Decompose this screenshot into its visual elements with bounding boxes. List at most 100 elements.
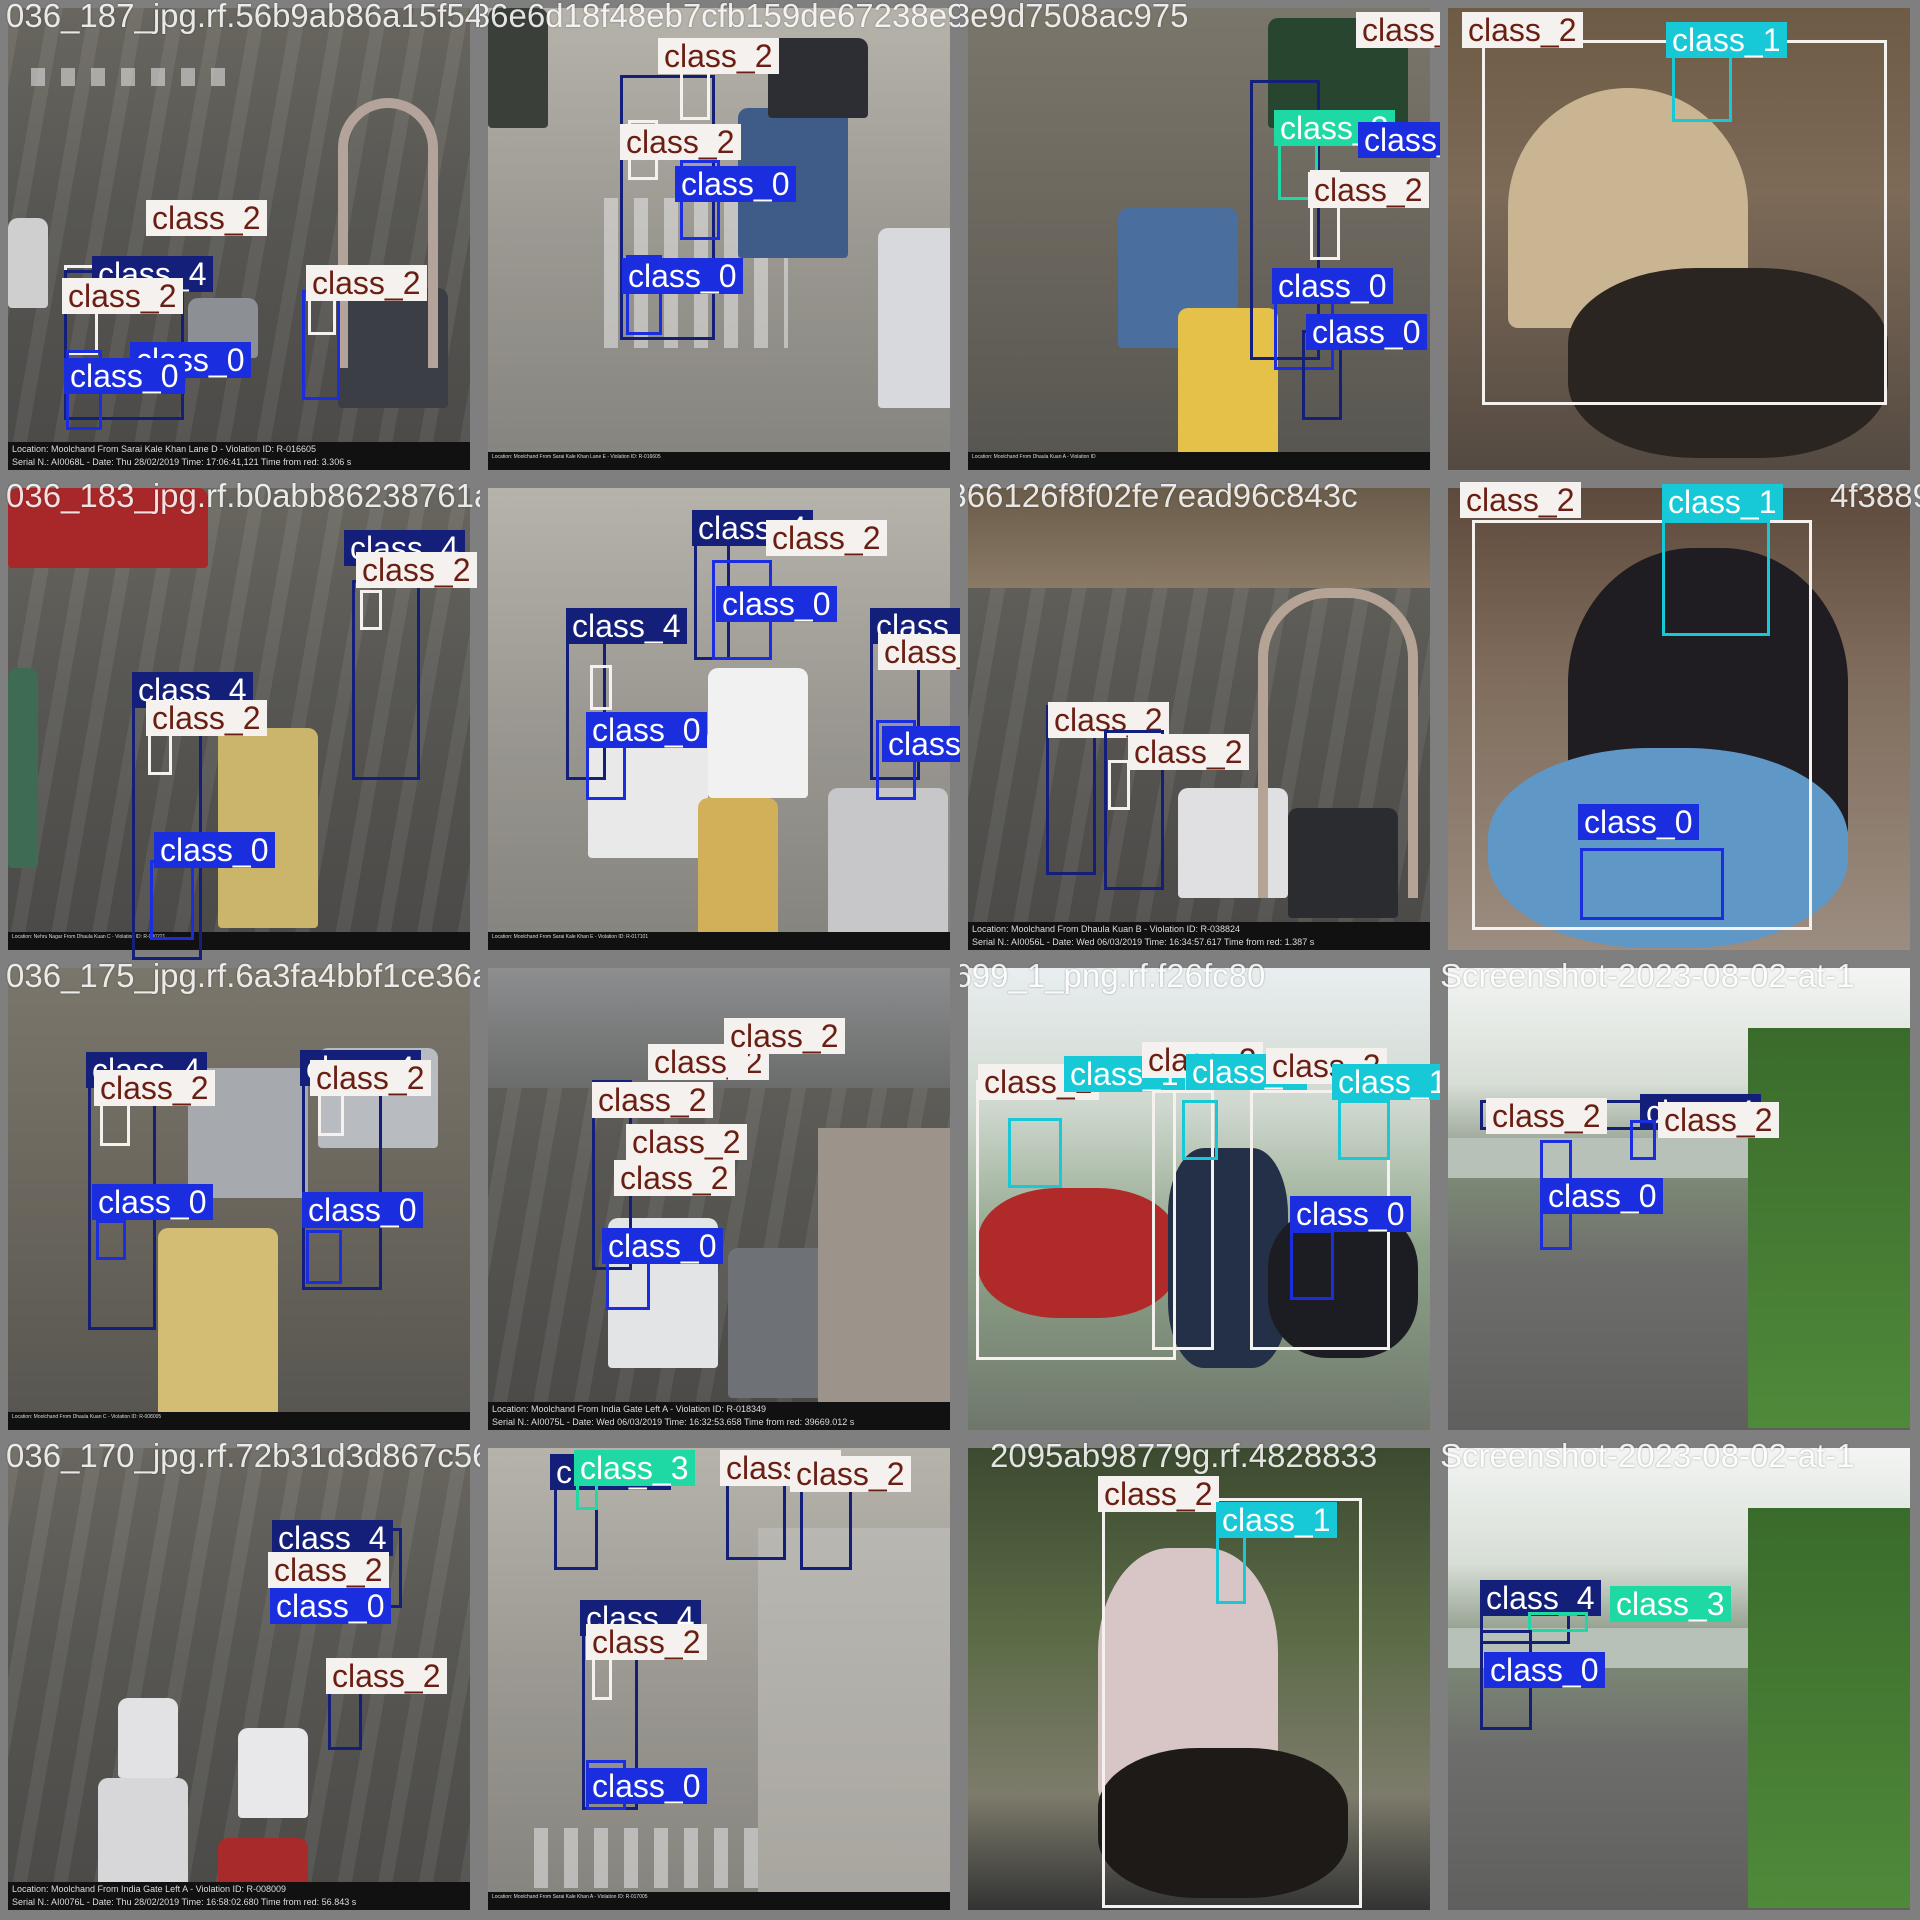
photo-caption: Location: Moolchand From India Gate Left… xyxy=(8,1882,470,1910)
detection-label: class_0 xyxy=(92,1184,213,1220)
traffic-photo: Location: Moolchand From Dhaula Kuan B -… xyxy=(968,488,1430,950)
detection-label: class_0 xyxy=(1272,268,1393,304)
detection-label: class_2 xyxy=(586,1624,707,1660)
detection-label: class_2 xyxy=(1658,1102,1779,1138)
tile: Location: Moolchand From Sarai Kale Khan… xyxy=(0,0,480,480)
detection-box xyxy=(306,1230,342,1284)
detection-box xyxy=(96,1220,126,1260)
tile: Location: Moolchand From Sarai Kale Khan… xyxy=(480,1440,960,1920)
detection-label: class_0 xyxy=(882,726,960,762)
filename-label: 036_183_jpg.rf.b0abb86238761aa7c4e37d6f9… xyxy=(6,480,480,514)
tile: class_2 class_1 class_2 class_1 class_2 … xyxy=(960,960,1440,1440)
tile: Location: Moolchand From India Gate Left… xyxy=(0,1440,480,1920)
highway-photo xyxy=(1448,968,1910,1430)
detection-label: class_0 xyxy=(675,166,796,202)
detection-box xyxy=(590,665,612,710)
detection-label: class_0 xyxy=(1306,314,1427,350)
detection-box xyxy=(148,730,172,775)
car xyxy=(828,788,948,948)
detection-label: class_0 xyxy=(1578,804,1699,840)
flyover-arch xyxy=(1258,588,1418,898)
detection-label: class_2 xyxy=(1098,1476,1219,1512)
detection-label: class_0 xyxy=(302,1192,423,1228)
detection-label: class_2 xyxy=(310,1060,431,1096)
detection-label: class_2 xyxy=(592,1082,713,1118)
filename-label: 4f3889b xyxy=(1830,480,1920,514)
tile: class_2 class_1 2095ab98779g.rf.4828833 xyxy=(960,1440,1440,1920)
detection-label: class_0 xyxy=(154,832,275,868)
detection-box xyxy=(318,1090,344,1136)
detection-label: class_2 xyxy=(658,38,779,74)
detection-label: class_1 xyxy=(1662,484,1783,520)
detection-label: class_2 xyxy=(146,200,267,236)
detection-box xyxy=(1216,1530,1246,1604)
filename-label: e67238e9d7508ac975 xyxy=(960,0,1189,34)
filename-label: 2528699_1_png.rf.f26fc80 xyxy=(960,960,1266,994)
detection-label: class_2 xyxy=(356,552,477,588)
car xyxy=(238,1728,308,1818)
tile: Location: Moolchand From Dhaula Kuan B -… xyxy=(960,480,1440,960)
detection-label: class_3 xyxy=(1610,1586,1731,1622)
photo-caption: Location: Moolchand From Sarai Kale Khan… xyxy=(488,1892,950,1910)
photo-caption: Location: Moolchand From Dhaula Kuan C -… xyxy=(8,1412,470,1430)
detection-label: class_2 xyxy=(1462,12,1583,48)
photo-caption: Location: Moolchand From Sarai Kale Khan… xyxy=(8,442,470,470)
sidewalk xyxy=(818,1128,950,1408)
car xyxy=(8,218,48,308)
detection-label: class_2 xyxy=(1356,12,1440,48)
sidewalk xyxy=(758,1528,950,1908)
detection-label: class_0 xyxy=(1290,1196,1411,1232)
tile: Location: Moolchand From Sarai Kale Khan… xyxy=(480,0,960,480)
filename-label: 036_175_jpg.rf.6a3fa4bbf1ce36a692ac9fb21… xyxy=(6,960,480,994)
tile: Location: Moolchand From Dhaula Kuan C -… xyxy=(0,960,480,1440)
detection-box xyxy=(302,290,340,400)
detection-box xyxy=(1108,760,1130,810)
flyover-arch xyxy=(338,98,438,368)
detection-label: class_2 xyxy=(1486,1098,1607,1134)
hedge xyxy=(1748,1028,1910,1428)
detection-label: class_2 xyxy=(724,1018,845,1054)
detection-label: class_2 xyxy=(94,1070,215,1106)
detection-label: class_2 xyxy=(146,700,267,736)
detection-label: class_0 xyxy=(1358,122,1440,158)
detection-box xyxy=(1528,1612,1588,1632)
detection-label: class_0 xyxy=(716,586,837,622)
detection-label: class_1 xyxy=(1332,1064,1440,1100)
photo-caption: Location: Moolchand From Sarai Kale Khan… xyxy=(488,452,950,470)
tile: class_2 class_1 class_0 4f3889b xyxy=(1440,480,1920,960)
filename-label: 036_187_jpg.rf.56b9ab86a15f54486e6d18f48… xyxy=(6,0,480,34)
detection-box xyxy=(1008,1118,1062,1188)
railing xyxy=(1448,1138,1748,1178)
detection-label: class_2 xyxy=(62,278,183,314)
detection-label: class_2 xyxy=(790,1456,911,1492)
detection-label: class_0 xyxy=(586,712,707,748)
detection-box xyxy=(1290,1230,1334,1300)
tile: class_2 class_4 class_0 class_2 Screensh… xyxy=(1440,960,1920,1440)
filename-label: Screenshot-2023-08-02-at-1 xyxy=(1440,1440,1855,1474)
car xyxy=(118,1698,178,1778)
detection-label: class_4 xyxy=(566,608,687,644)
detection-label: class_2 xyxy=(1128,734,1249,770)
detection-box xyxy=(1182,1100,1218,1160)
detection-label: class_0 xyxy=(622,258,743,294)
filename-label: 6366126f8f02fe7ead96c843c xyxy=(960,480,1358,514)
detection-box xyxy=(150,860,194,940)
filename-label: 2095ab98779g.rf.4828833 xyxy=(990,1440,1378,1474)
tile: Location: Moolchand From Sarai Kale Khan… xyxy=(480,480,960,960)
detection-label: class_1 xyxy=(1666,22,1787,58)
zebra-crossing xyxy=(31,68,239,86)
tile: class_2 class_1 xyxy=(1440,0,1920,480)
detection-label: class_2 xyxy=(306,265,427,301)
detection-box xyxy=(976,1080,1176,1360)
detection-box xyxy=(360,590,382,630)
traffic-photo: Location: Moolchand From India Gate Left… xyxy=(488,968,950,1430)
traffic-photo: Location: Moolchand From Dhaula Kuan A -… xyxy=(968,8,1430,470)
detection-mosaic: Location: Moolchand From Sarai Kale Khan… xyxy=(0,0,1920,1920)
detection-label: class_0 xyxy=(1542,1178,1663,1214)
detection-label: class_3 xyxy=(574,1450,695,1486)
detection-box xyxy=(1338,1100,1390,1160)
tile: Location: Moolchand From Dhaula Kuan A -… xyxy=(960,0,1440,480)
detection-box xyxy=(100,1100,130,1146)
auto-rickshaw xyxy=(8,668,38,868)
auto-rickshaw xyxy=(698,798,778,948)
